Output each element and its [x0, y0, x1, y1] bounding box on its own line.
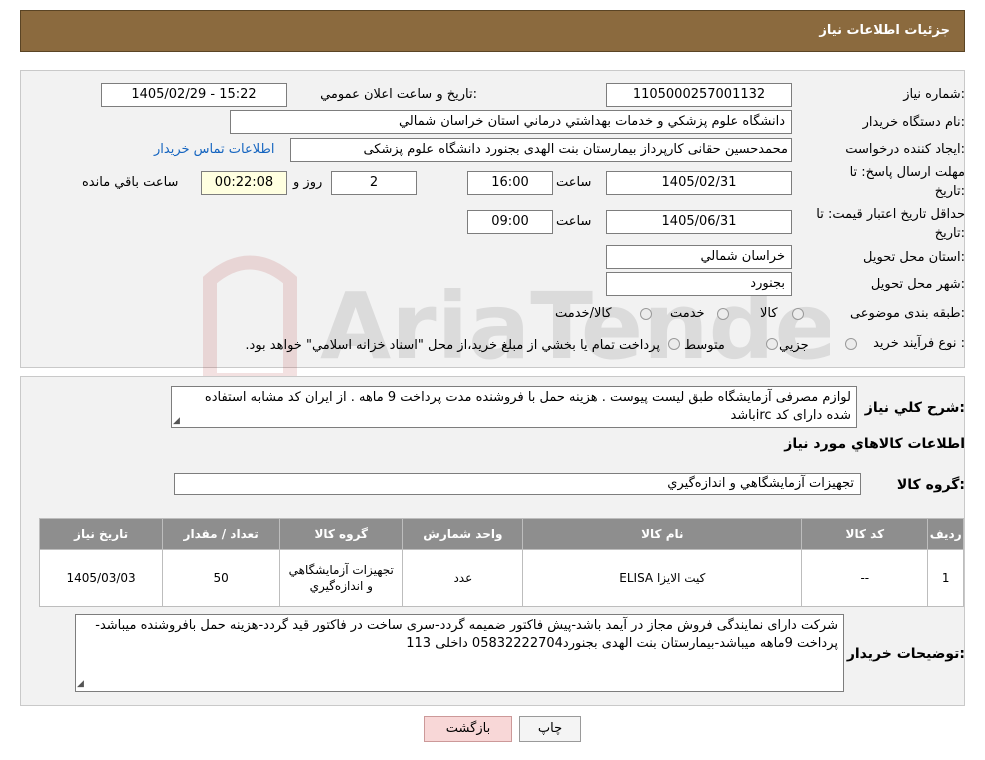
remaining-label: ساعت باقي مانده [82, 175, 179, 190]
col-row-header: رديف [927, 518, 964, 550]
purchase-radio-minor[interactable] [845, 338, 857, 350]
buyer-org-field: دانشگاه علوم پزشكي و خدمات بهداشتي درمان… [230, 110, 792, 134]
purchase-radio-treasury[interactable] [668, 338, 680, 350]
validity-label-line2: تاريخ: [934, 226, 965, 241]
col-code-header: كد كالا [801, 518, 929, 550]
goods-group-field: تجهيزات آزمايشگاهي و اندازه‌گيري [174, 473, 861, 495]
category-label: طبقه بندی موضوعی: [849, 306, 965, 321]
remaining-time-field: 00:22:08 [201, 171, 287, 195]
need-number-label: شماره نیاز: [903, 87, 965, 102]
page-header: جزئیات اطلاعات نیاز [20, 10, 965, 52]
deadline-time-label: ساعت [556, 175, 592, 190]
purchase-type-label: نوع فرآيند خريد : [873, 336, 965, 351]
table-header-row: رديف كد كالا نام كالا واحد شمارش گروه كا… [38, 518, 964, 550]
buyer-notes-label: توضيحات خريدار: [846, 646, 965, 662]
category-option-goods-service: كالا/خدمت [555, 306, 612, 321]
city-field: بجنورد [606, 272, 792, 296]
deadline-label-line1: مهلت ارسال پاسخ: تا [849, 165, 965, 180]
deadline-label-line2: تاريخ: [934, 184, 965, 199]
cell-row: 1 [927, 549, 964, 607]
description-resize-icon: ◢ [173, 416, 180, 426]
col-group-header: گروه كالا [279, 518, 404, 550]
buyer-notes-resize-icon: ◢ [77, 679, 84, 689]
print-button[interactable]: چاپ [519, 716, 581, 742]
category-option-goods: كالا [760, 306, 778, 321]
table-row: 1 -- کیت الایزا ELISA عدد تجهيزات آزمايش… [38, 549, 964, 607]
back-button[interactable]: بازگشت [424, 716, 512, 742]
creator-field: محمدحسین حقانی کارپرداز بیمارستان بنت ال… [290, 138, 792, 162]
purchase-treasury-note: پرداخت تمام يا بخشي از مبلغ خريد،از محل … [245, 338, 660, 353]
buyer-contact-link[interactable]: اطلاعات تماس خريدار [154, 142, 274, 157]
cell-qty: 50 [162, 549, 281, 607]
col-name-header: نام كالا [522, 518, 803, 550]
category-radio-goods-service[interactable] [640, 308, 652, 320]
days-label: روز و [293, 175, 323, 190]
validity-date-field: 1405/06/31 [606, 210, 792, 234]
cell-name: کیت الایزا ELISA [522, 549, 803, 607]
province-label: استان محل تحويل: [863, 250, 965, 265]
purchase-option-medium: متوسط [684, 338, 725, 353]
validity-label-line1: حداقل تاريخ اعتبار قيمت: تا [816, 207, 965, 222]
validity-time-label: ساعت [556, 214, 592, 229]
cell-date: 1405/03/03 [38, 549, 164, 607]
goods-group-label: گروه كالا: [896, 477, 965, 493]
category-radio-goods[interactable] [792, 308, 804, 320]
col-date-header: تاريخ نياز [38, 518, 164, 550]
days-field: 2 [331, 171, 417, 195]
col-qty-header: تعداد / مقدار [162, 518, 281, 550]
category-radio-service[interactable] [717, 308, 729, 320]
description-textarea[interactable]: لوازم مصرفی آزمایشگاه طبق لیست پیوست . ه… [171, 386, 857, 428]
buyer-notes-textarea[interactable]: شرکت دارای نمایندگی فروش مجاز در آیمد با… [75, 614, 844, 692]
purchase-option-minor: جزيي [779, 338, 809, 353]
buyer-org-label: نام دستگاه خريدار: [862, 115, 965, 130]
goods-section-title: اطلاعات كالاهاي مورد نياز [784, 436, 965, 452]
need-number-field: 1105000257001132 [606, 83, 792, 107]
city-label: شهر محل تحويل: [870, 277, 965, 292]
items-table-wrapper: رديف كد كالا نام كالا واحد شمارش گروه كا… [38, 518, 964, 607]
validity-time-field: 09:00 [467, 210, 553, 234]
creator-label: ايجاد كننده درخواست: [845, 142, 965, 157]
purchase-radio-medium[interactable] [766, 338, 778, 350]
deadline-date-field: 1405/02/31 [606, 171, 792, 195]
description-label: شرح كلي نياز: [864, 400, 965, 416]
province-field: خراسان شمالي [606, 245, 792, 269]
announce-field: 1405/02/29 - 15:22 [101, 83, 287, 107]
col-unit-header: واحد شمارش [402, 518, 524, 550]
page-title: جزئیات اطلاعات نیاز [819, 23, 950, 38]
deadline-time-field: 16:00 [467, 171, 553, 195]
announce-label: تاریخ و ساعت اعلان عمومي: [320, 87, 477, 102]
items-table: رديف كد كالا نام كالا واحد شمارش گروه كا… [38, 518, 964, 607]
cell-unit: عدد [402, 549, 524, 607]
cell-group: تجهيزات آزمايشگاهي و اندازه‌گيري [279, 549, 404, 607]
cell-code: -- [801, 549, 929, 607]
category-option-service: خدمت [670, 306, 705, 321]
